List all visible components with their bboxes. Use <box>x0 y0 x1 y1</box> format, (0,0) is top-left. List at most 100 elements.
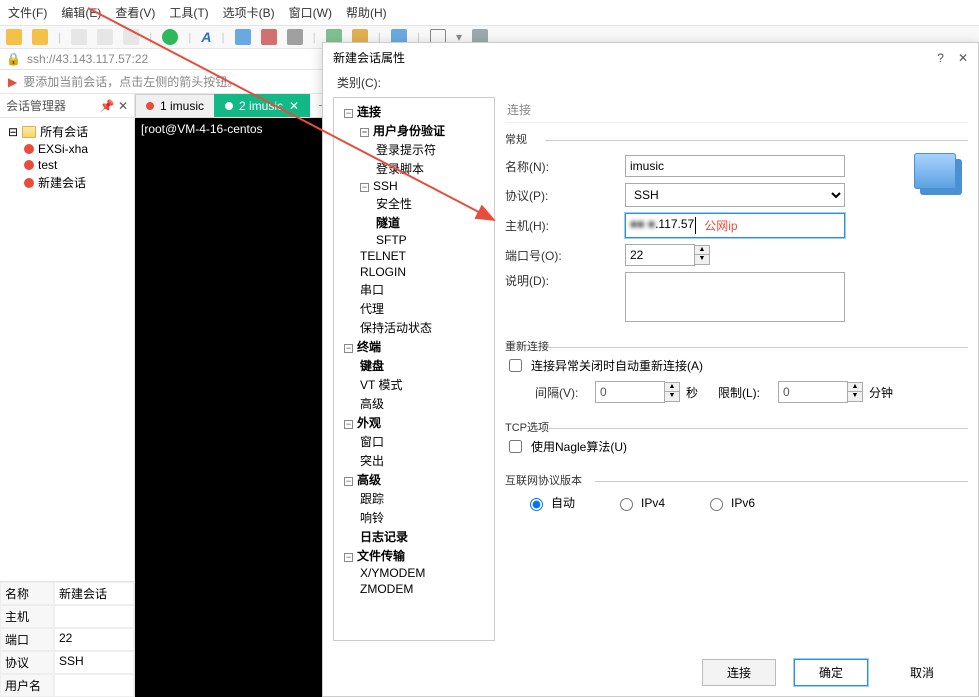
tree-login-script[interactable]: 登录脚本 <box>336 159 492 178</box>
collapse-icon[interactable]: ⊟ <box>8 125 18 139</box>
new-icon[interactable] <box>6 29 22 45</box>
close-panel-icon[interactable]: ✕ <box>118 99 128 113</box>
copy-icon[interactable] <box>71 29 87 45</box>
tree-zmodem[interactable]: ZMODEM <box>336 581 492 597</box>
close-tab-icon[interactable]: ✕ <box>289 99 299 113</box>
terminal-line: [root@VM-4-16-centos <box>141 122 263 136</box>
desc-input[interactable] <box>625 272 845 322</box>
prop-key: 名称 <box>0 582 54 605</box>
connect-icon[interactable] <box>162 29 178 45</box>
menu-window[interactable]: 窗口(W) <box>289 4 332 21</box>
prop-key: 主机 <box>0 605 54 628</box>
address-text[interactable]: ssh://43.143.117.57:22 <box>27 52 148 66</box>
interval-input <box>595 381 665 403</box>
prop-key: 端口 <box>0 628 54 651</box>
tree-rlogin[interactable]: RLOGIN <box>336 264 492 280</box>
tree-vt[interactable]: VT 模式 <box>336 375 492 394</box>
menu-tools[interactable]: 工具(T) <box>169 4 208 21</box>
host-input[interactable]: ■■ ■ .117.57 公网ip <box>625 213 845 238</box>
cut-icon[interactable] <box>123 29 139 45</box>
session-icon <box>24 160 34 170</box>
tree-connection[interactable]: 连接 <box>357 105 381 119</box>
menu-tabs[interactable]: 选项卡(B) <box>223 4 275 21</box>
tree-security[interactable]: 安全性 <box>336 194 492 213</box>
tree-xymodem[interactable]: X/YMODEM <box>336 565 492 581</box>
session-tree[interactable]: ⊟ 所有会话 EXSi-xha test 新建会话 <box>0 118 134 581</box>
paste-icon[interactable] <box>97 29 113 45</box>
folder-icon <box>22 126 36 138</box>
menu-file[interactable]: 文件(F) <box>8 4 47 21</box>
tree-proxy[interactable]: 代理 <box>336 299 492 318</box>
cancel-button[interactable]: 取消 <box>886 659 958 686</box>
menu-help[interactable]: 帮助(H) <box>346 4 387 21</box>
category-label: 类别(C): <box>333 72 968 97</box>
font-icon[interactable]: A <box>201 29 211 45</box>
radio-auto[interactable]: 自动 <box>525 494 575 511</box>
menu-edit[interactable]: 编辑(E) <box>61 4 101 21</box>
tree-bell[interactable]: 响铃 <box>336 508 492 527</box>
limit-input <box>778 381 848 403</box>
tab-session-1[interactable]: 1 imusic <box>135 94 215 117</box>
hint-text: 要添加当前会话，点击左侧的箭头按钮。 <box>23 73 239 90</box>
nagle-checkbox[interactable]: 使用Nagle算法(U) <box>505 437 627 456</box>
prop-val <box>54 605 134 628</box>
radio-ipv6[interactable]: IPv6 <box>705 494 755 511</box>
menu-view[interactable]: 查看(V) <box>115 4 155 21</box>
tool3-icon[interactable] <box>287 29 303 45</box>
tree-trace[interactable]: 跟踪 <box>336 489 492 508</box>
reconnect-checkbox[interactable]: 连接异常关闭时自动重新连接(A) <box>505 356 703 375</box>
tab-session-2[interactable]: 2 imusic✕ <box>214 94 310 117</box>
tree-serial[interactable]: 串口 <box>336 280 492 299</box>
tree-keyboard[interactable]: 键盘 <box>360 359 384 373</box>
tool2-icon[interactable] <box>261 29 277 45</box>
close-icon[interactable]: ✕ <box>958 51 968 65</box>
connect-button[interactable]: 连接 <box>702 659 776 686</box>
session-item[interactable]: EXSi-xha <box>38 142 88 156</box>
session-icon <box>24 178 34 188</box>
session-panel: 会话管理器 📌 ✕ ⊟ 所有会话 EXSi-xha test 新建会话 名称 新建会… <box>0 94 135 697</box>
tree-auth[interactable]: 用户身份验证 <box>373 124 445 138</box>
label-name: 名称(N): <box>505 158 625 175</box>
tree-highlight[interactable]: 突出 <box>336 451 492 470</box>
host-visible: .117.57 <box>655 217 694 234</box>
panel-title: 会话管理器 <box>6 97 66 114</box>
label-host: 主机(H): <box>505 217 625 234</box>
label-interval: 间隔(V): <box>535 384 595 401</box>
prop-val <box>54 674 134 697</box>
prop-key: 协议 <box>0 651 54 674</box>
session-item[interactable]: 新建会话 <box>38 174 86 191</box>
tree-ssh[interactable]: SSH <box>373 179 398 193</box>
reconnect-label: 连接异常关闭时自动重新连接(A) <box>531 357 703 374</box>
port-input[interactable] <box>625 244 695 266</box>
protocol-select[interactable]: SSH <box>625 183 845 207</box>
session-item[interactable]: test <box>38 158 57 172</box>
tree-appearance[interactable]: 外观 <box>357 416 381 430</box>
group-ip: 互联网协议版本 <box>505 475 582 487</box>
open-icon[interactable] <box>32 29 48 45</box>
tree-root[interactable]: 所有会话 <box>40 123 88 140</box>
status-dot-icon <box>225 102 233 110</box>
category-tree[interactable]: −连接 −用户身份验证 登录提示符 登录脚本 −SSH 安全性 隧道 SFTP … <box>333 97 495 641</box>
tool-icon[interactable] <box>235 29 251 45</box>
tree-filetransfer[interactable]: 文件传输 <box>357 549 405 563</box>
help-icon[interactable]: ? <box>937 51 944 65</box>
name-input[interactable] <box>625 155 845 177</box>
tree-terminal[interactable]: 终端 <box>357 340 381 354</box>
radio-ipv4[interactable]: IPv4 <box>615 494 665 511</box>
pin-icon[interactable]: 📌 <box>100 99 115 113</box>
tree-sftp[interactable]: SFTP <box>336 232 492 248</box>
tree-tunnel[interactable]: 隧道 <box>336 213 492 232</box>
tree-window[interactable]: 窗口 <box>336 432 492 451</box>
unit-sec: 秒 <box>686 384 698 401</box>
tree-login-prompt[interactable]: 登录提示符 <box>336 140 492 159</box>
ok-button[interactable]: 确定 <box>794 659 868 686</box>
label-protocol: 协议(P): <box>505 187 625 204</box>
tree-advanced1[interactable]: 高级 <box>336 394 492 413</box>
port-spinner[interactable]: ▲▼ <box>695 245 710 265</box>
nagle-label: 使用Nagle算法(U) <box>531 438 627 455</box>
host-masked: ■■ ■ <box>630 217 655 234</box>
tree-advanced[interactable]: 高级 <box>357 473 381 487</box>
tree-log[interactable]: 日志记录 <box>360 530 408 544</box>
tree-telnet[interactable]: TELNET <box>336 248 492 264</box>
tree-keepalive[interactable]: 保持活动状态 <box>336 318 492 337</box>
